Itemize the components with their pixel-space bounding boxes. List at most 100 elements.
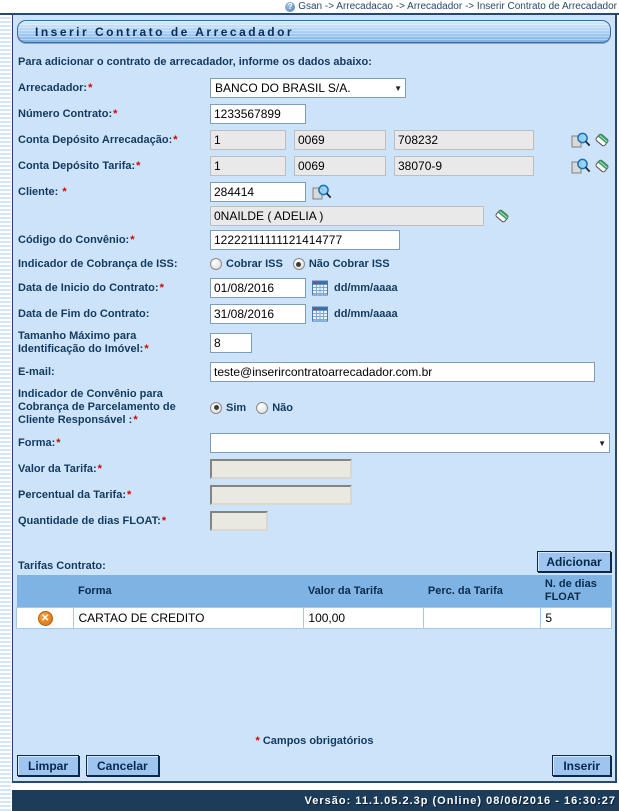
data-inicio-label: Data de Inicio do Contrato:* [18, 282, 210, 295]
percentual-tarifa-input [210, 485, 352, 505]
date-format-hint: dd/mm/aaaa [334, 308, 398, 320]
required-marker: * [130, 234, 134, 246]
tarifas-table: Forma Valor da Tarifa Perc. da Tarifa N.… [16, 575, 612, 629]
tarifa-row-perc [424, 608, 541, 629]
arrecadador-label: Arrecadador:* [18, 82, 210, 95]
valor-column-header: Valor da Tarifa [304, 575, 424, 608]
cobrar-iss-option-label[interactable]: Cobrar ISS [226, 258, 283, 270]
row-percentual-tarifa: Percentual da Tarifa:* [18, 485, 612, 505]
breadcrumb[interactable]: Gsan -> Arrecadacao -> Arrecadador -> In… [298, 1, 617, 12]
cliente-nome-field [210, 206, 484, 226]
required-marker: * [144, 343, 148, 355]
tarifas-header-row: Forma Valor da Tarifa Perc. da Tarifa N.… [17, 575, 612, 608]
tamanho-maximo-input[interactable] [210, 333, 252, 353]
row-forma: Forma:* ▼ [18, 433, 612, 453]
required-marker: * [113, 108, 117, 120]
parcelamento-sim-option-label[interactable]: Sim [226, 402, 246, 414]
required-marker: * [136, 160, 140, 172]
left-striped-rail [0, 15, 11, 811]
required-marker: * [127, 489, 131, 501]
conta-arrecadacao-label: Conta Depósito Arrecadação:* [18, 134, 210, 147]
conta-tarifa-banco [210, 156, 286, 176]
nao-cobrar-iss-radio[interactable] [293, 258, 305, 270]
delete-column-header [17, 575, 74, 608]
eraser-icon[interactable] [594, 132, 611, 149]
tarifa-row-dias: 5 [541, 608, 612, 629]
required-fields-note: * Campos obrigatórios [16, 735, 612, 747]
calendar-icon[interactable] [312, 280, 328, 296]
spacer [16, 629, 612, 735]
tarifas-section-label: Tarifas Contrato: [18, 560, 106, 572]
cliente-codigo-input[interactable] [210, 182, 306, 202]
row-conta-tarifa: Conta Depósito Tarifa:* [18, 156, 612, 176]
conta-arrecadacao-banco [210, 130, 286, 150]
arrecadador-select[interactable]: BANCO DO BRASIL S/A. ▼ [210, 78, 406, 98]
search-account-icon[interactable] [571, 158, 591, 175]
numero-contrato-input[interactable] [210, 104, 306, 124]
dias-column-header: N. de dias FLOAT [541, 575, 612, 608]
search-client-icon[interactable] [312, 184, 332, 201]
eraser-icon[interactable] [594, 158, 611, 175]
required-marker: * [133, 414, 137, 426]
date-format-hint: dd/mm/aaaa [334, 282, 398, 294]
action-buttons-row: Limpar Cancelar Inserir [17, 755, 611, 776]
codigo-convenio-label: Código do Convênio:* [18, 234, 210, 247]
row-indicador-parcelamento: Indicador de Convênio para Cobrança de P… [18, 388, 612, 427]
tarifa-row-forma: CARTAO DE CREDITO [74, 608, 304, 629]
data-fim-input[interactable] [210, 304, 306, 324]
email-input[interactable] [210, 362, 595, 382]
delete-row-icon[interactable]: ✕ [38, 611, 53, 626]
tarifa-row-delete-cell: ✕ [17, 608, 74, 629]
row-dias-float: Quantidade de dias FLOAT:* [18, 511, 612, 531]
chevron-down-icon: ▼ [598, 439, 606, 448]
calendar-icon[interactable] [312, 306, 328, 322]
required-marker: * [62, 186, 66, 198]
row-data-fim: Data de Fim do Contrato: dd/mm/aaaa [18, 304, 612, 324]
adicionar-button[interactable]: Adicionar [537, 551, 611, 572]
main-panel: Inserir Contrato de Arrecadador Para adi… [12, 15, 617, 783]
page-title: Inserir Contrato de Arrecadador [17, 20, 611, 43]
parcelamento-nao-radio[interactable] [256, 402, 268, 414]
forma-select[interactable]: ▼ [210, 433, 610, 453]
conta-tarifa-conta [394, 156, 534, 176]
nao-cobrar-iss-option-label[interactable]: Não Cobrar ISS [309, 258, 390, 270]
row-valor-tarifa: Valor da Tarifa:* [18, 459, 612, 479]
cobrar-iss-radio[interactable] [210, 258, 222, 270]
row-arrecadador: Arrecadador:* BANCO DO BRASIL S/A. ▼ [18, 78, 612, 98]
row-conta-arrecadacao: Conta Depósito Arrecadação:* [18, 130, 612, 150]
indicador-parcelamento-label: Indicador de Convênio para Cobrança de P… [18, 388, 210, 427]
forma-label: Forma:* [18, 437, 210, 450]
tamanho-maximo-label: Tamanho Máximo para Identificação do Imó… [18, 330, 210, 356]
inserir-button[interactable]: Inserir [552, 755, 611, 776]
cancelar-button[interactable]: Cancelar [86, 755, 159, 776]
parcelamento-sim-radio[interactable] [210, 402, 222, 414]
conta-arrecadacao-conta [394, 130, 534, 150]
indicador-iss-label: Indicador de Cobrança de ISS: [18, 258, 210, 271]
row-email: E-mail: [18, 362, 612, 382]
cliente-label: Cliente: * [18, 182, 210, 199]
help-icon[interactable]: ? [285, 2, 295, 12]
limpar-button[interactable]: Limpar [17, 755, 79, 776]
parcelamento-nao-option-label[interactable]: Não [272, 402, 293, 414]
breadcrumb-bar: ? Gsan -> Arrecadacao -> Arrecadador -> … [0, 0, 619, 13]
required-marker: * [173, 134, 177, 146]
required-marker: * [56, 437, 60, 449]
row-tamanho-maximo: Tamanho Máximo para Identificação do Imó… [18, 330, 612, 356]
tarifa-row-valor: 100,00 [304, 608, 424, 629]
dias-float-input [210, 511, 268, 531]
required-marker: * [256, 735, 260, 747]
search-account-icon[interactable] [571, 132, 591, 149]
valor-tarifa-input [210, 459, 352, 479]
codigo-convenio-input[interactable] [210, 230, 400, 250]
numero-contrato-label: Número Contrato:* [18, 108, 210, 121]
row-cliente: Cliente: * [18, 182, 612, 226]
chevron-down-icon: ▼ [394, 84, 402, 93]
dias-float-label: Quantidade de dias FLOAT:* [18, 515, 210, 528]
valor-tarifa-label: Valor da Tarifa:* [18, 463, 210, 476]
conta-tarifa-label: Conta Depósito Tarifa:* [18, 160, 210, 173]
page-title-text: Inserir Contrato de Arrecadador [35, 25, 294, 39]
arrecadador-selected-value: BANCO DO BRASIL S/A. [215, 81, 351, 95]
eraser-icon[interactable] [494, 208, 511, 225]
data-fim-label: Data de Fim do Contrato: [18, 308, 210, 321]
data-inicio-input[interactable] [210, 278, 306, 298]
